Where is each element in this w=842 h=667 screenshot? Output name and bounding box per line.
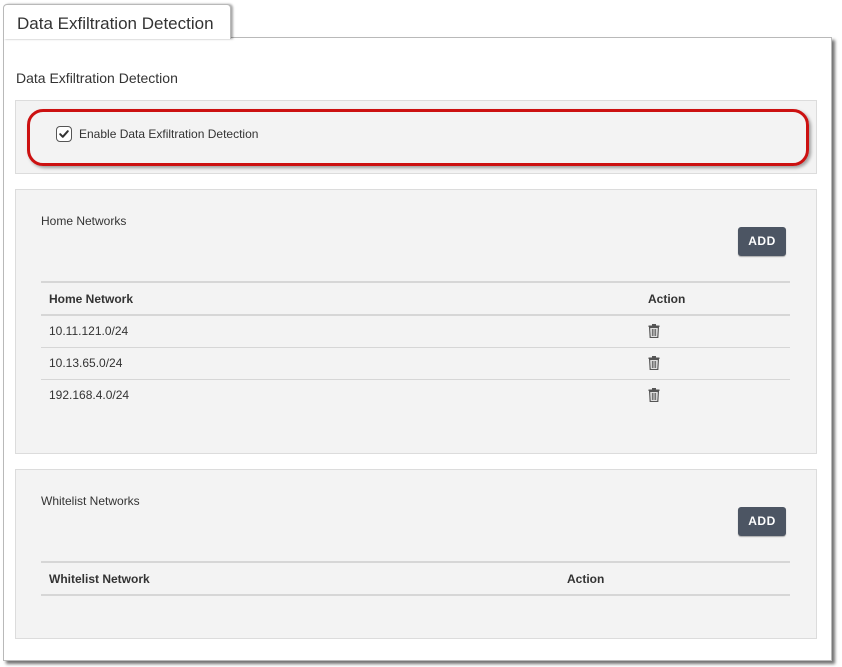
trash-icon[interactable] <box>648 324 660 338</box>
enable-detection-label[interactable]: Enable Data Exfiltration Detection <box>79 127 258 141</box>
section-title: Data Exfiltration Detection <box>16 70 178 86</box>
column-header-action: Action <box>567 572 605 586</box>
home-network-cell: 10.13.65.0/24 <box>49 356 123 370</box>
checkmark-icon <box>59 130 69 138</box>
enable-detection-checkbox[interactable] <box>56 126 72 142</box>
table-header-rule <box>41 314 790 316</box>
tab-data-exfiltration-detection[interactable]: Data Exfiltration Detection <box>3 4 231 39</box>
home-networks-title: Home Networks <box>41 214 127 228</box>
add-home-network-button[interactable]: ADD <box>738 227 786 256</box>
whitelist-networks-title: Whitelist Networks <box>41 494 140 508</box>
table-top-rule <box>41 281 790 283</box>
table-row-divider <box>41 379 790 380</box>
column-header-action: Action <box>648 292 686 306</box>
table-header-rule <box>41 594 790 596</box>
trash-icon[interactable] <box>648 388 660 402</box>
tab-label: Data Exfiltration Detection <box>17 14 214 33</box>
column-header-whitelist-network[interactable]: Whitelist Network <box>49 572 150 586</box>
home-network-cell: 10.11.121.0/24 <box>49 324 129 338</box>
table-row-divider <box>41 347 790 348</box>
trash-icon[interactable] <box>648 356 660 370</box>
home-networks-box <box>15 189 817 454</box>
home-network-cell: 192.168.4.0/24 <box>49 388 130 402</box>
add-whitelist-network-button[interactable]: ADD <box>738 507 786 536</box>
column-header-home-network[interactable]: Home Network <box>49 292 133 306</box>
table-top-rule <box>41 561 790 563</box>
